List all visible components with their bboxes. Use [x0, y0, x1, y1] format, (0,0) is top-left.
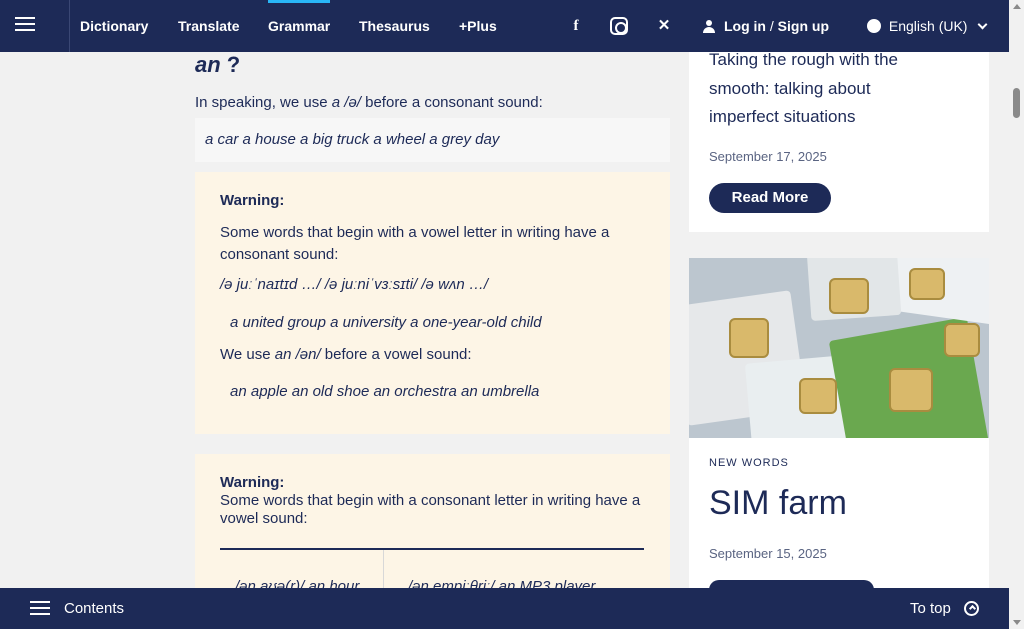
- top-navigation-bar: Dictionary Translate Grammar Thesaurus +…: [0, 0, 1009, 52]
- read-more-button[interactable]: Read More: [709, 183, 831, 213]
- intro-text-after: before a consonant sound:: [360, 94, 543, 111]
- scrollbar-thumb[interactable]: [1013, 88, 1020, 118]
- arrow-up-circle-icon[interactable]: [964, 601, 979, 616]
- table-divider: [220, 548, 644, 550]
- sidebar-card-rough-smooth: Taking the rough with the smooth: talkin…: [689, 50, 989, 232]
- warning-label-2: Warning:: [220, 474, 285, 491]
- hamburger-icon: [15, 17, 35, 31]
- page-scrollbar[interactable]: [1009, 0, 1024, 629]
- intro-word: a /ə/: [331, 94, 361, 111]
- signup-link[interactable]: Sign up: [778, 18, 829, 34]
- warning-box-vowel-letter: Warning: Some words that begin with a vo…: [195, 172, 670, 434]
- section-heading: an?: [195, 52, 240, 78]
- warning-box-consonant-letter: Warning: Some words that begin with a co…: [195, 454, 670, 588]
- login-link[interactable]: Log in: [724, 18, 766, 34]
- nav-translate[interactable]: Translate: [178, 0, 239, 52]
- instagram-icon[interactable]: [610, 17, 628, 35]
- rule-word: an /ən/: [274, 346, 321, 363]
- article-content: an? In speaking, we use a /ə/ before a c…: [195, 52, 670, 588]
- contents-menu-icon[interactable]: [30, 601, 50, 615]
- nav-plus[interactable]: +Plus: [459, 0, 497, 52]
- category-tag[interactable]: NEW WORDS: [709, 457, 789, 469]
- nav-grammar[interactable]: Grammar: [268, 0, 331, 52]
- language-selector[interactable]: English (UK): [867, 0, 988, 52]
- bottom-bar: Contents To top: [0, 588, 1009, 629]
- phonetic-examples: /ə juːˈnaɪtɪd …/ /ə juːniˈvɜːsɪti/ /ə wʌ…: [220, 276, 489, 293]
- sidebar-card-sim-farm: NEW WORDS SIM farm September 15, 2025: [689, 438, 989, 600]
- intro-paragraph: In speaking, we use a /ə/ before a conso…: [195, 94, 543, 111]
- contents-link[interactable]: Contents: [64, 588, 124, 629]
- chevron-down-icon: [977, 19, 988, 30]
- x-icon[interactable]: ✕: [655, 17, 673, 35]
- table-cell-hour: /ən aʊə(r)/ an hour: [235, 578, 360, 588]
- example-united: a united group a university a one-year-o…: [230, 314, 542, 331]
- sim-farm-image[interactable]: [689, 258, 989, 438]
- scroll-down-arrow-icon[interactable]: [1013, 620, 1021, 625]
- vowel-sound-rule: We use an /ən/ before a vowel sound:: [220, 346, 472, 363]
- card-date-2: September 15, 2025: [709, 546, 827, 561]
- nav-dictionary[interactable]: Dictionary: [80, 0, 148, 52]
- rule-text-before: We use: [220, 346, 275, 363]
- intro-text-before: In speaking, we use: [195, 94, 332, 111]
- heading-mark: ?: [226, 52, 241, 77]
- warning-text: Some words that begin with a vowel lette…: [220, 224, 610, 263]
- language-label: English (UK): [888, 18, 968, 34]
- user-icon: [703, 20, 715, 33]
- auth-links: Log in / Sign up: [703, 0, 829, 52]
- main-menu-button[interactable]: [0, 0, 70, 52]
- example-vowel: an apple an old shoe an orchestra an umb…: [230, 383, 540, 400]
- sim-farm-title-link[interactable]: SIM farm: [709, 484, 847, 523]
- table-column-divider: [383, 550, 384, 588]
- example-consonant: a car a house a big truck a wheel a grey…: [205, 131, 500, 148]
- auth-separator: /: [769, 18, 774, 34]
- heading-word: an: [195, 52, 221, 77]
- globe-icon: [867, 19, 881, 33]
- scroll-up-arrow-icon[interactable]: [1013, 4, 1021, 9]
- nav-thesaurus[interactable]: Thesaurus: [359, 0, 430, 52]
- to-top-link[interactable]: To top: [910, 588, 951, 629]
- card-title-link[interactable]: Taking the rough with the smooth: talkin…: [709, 46, 929, 132]
- table-cell-mp3: /ən empiːθriː/ an MP3 player: [408, 578, 596, 588]
- warning-text-2: Some words that begin with a consonant l…: [220, 492, 641, 527]
- warning-label: Warning:: [220, 192, 285, 209]
- facebook-icon[interactable]: f: [567, 17, 585, 35]
- card-date: September 17, 2025: [709, 149, 827, 164]
- rule-text-after: before a vowel sound:: [320, 346, 472, 363]
